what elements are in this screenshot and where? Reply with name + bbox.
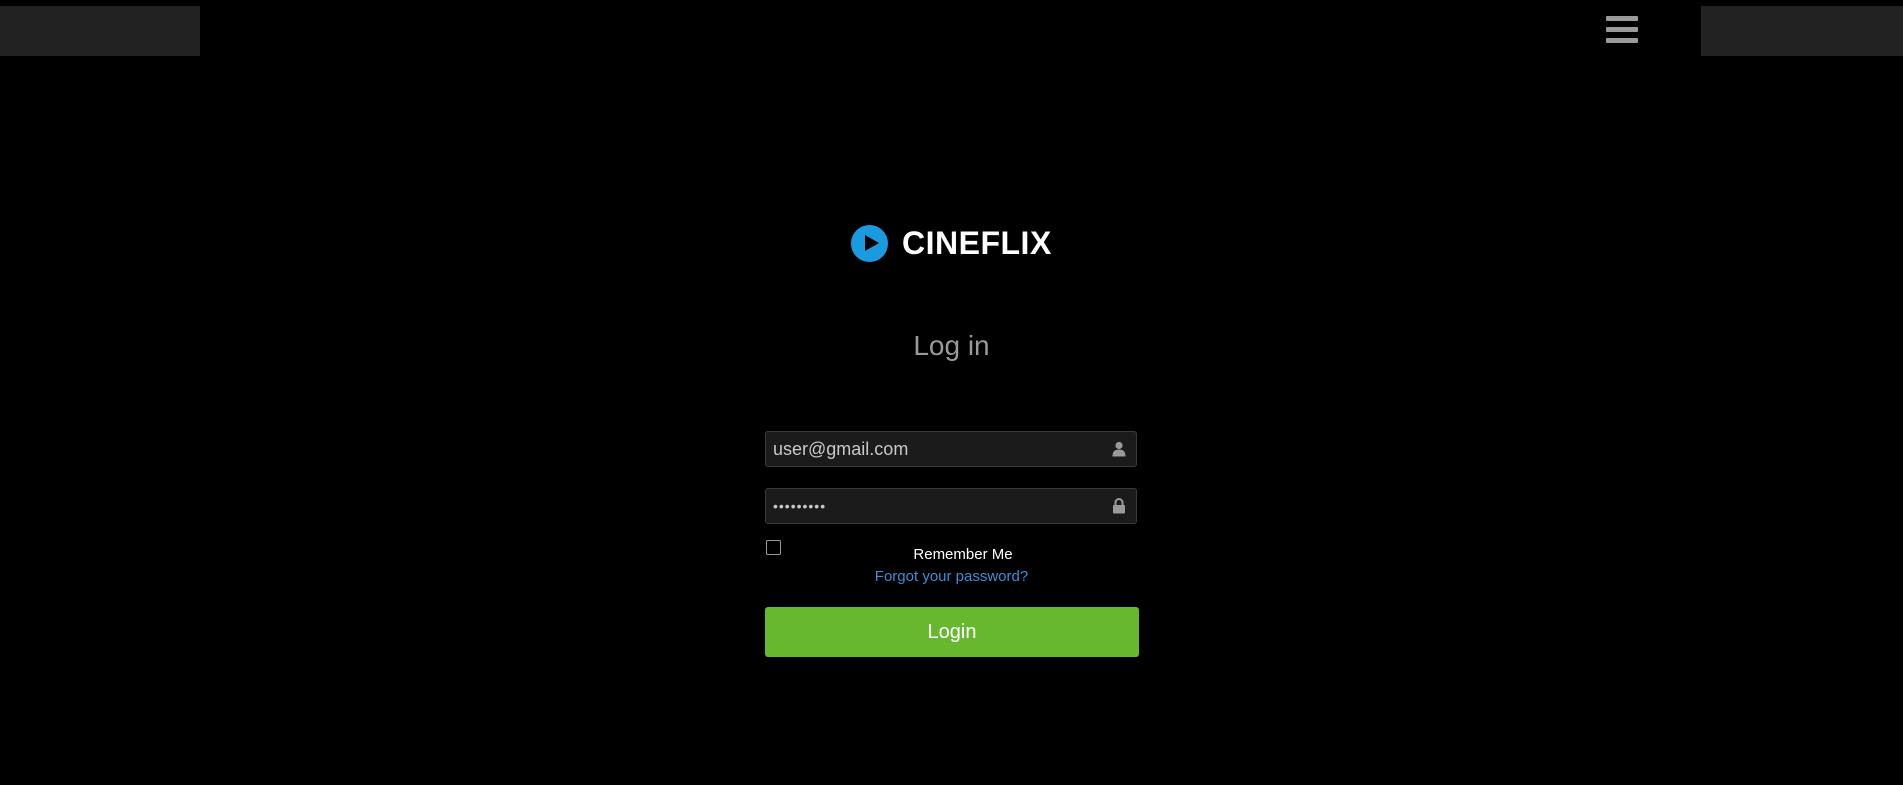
user-icon [1112,441,1126,457]
lock-icon [1113,498,1125,514]
password-field-wrapper [765,488,1137,524]
play-icon [851,224,888,262]
hamburger-menu-icon[interactable] [1604,15,1640,47]
forgot-password-row: Forgot your password? [0,568,1903,585]
top-left-panel [0,6,200,56]
top-right-panel [1701,6,1903,56]
email-field-wrapper [765,431,1137,467]
brand-name: CINEFLIX [902,224,1052,261]
password-field[interactable] [766,489,1136,523]
page-title: Log in [913,330,990,361]
remember-me-label: Remember Me [913,546,1013,563]
forgot-password-link[interactable]: Forgot your password? [875,568,1028,585]
brand-logo: CINEFLIX [851,224,1052,262]
login-button[interactable]: Login [765,607,1139,657]
email-field[interactable] [766,432,1136,466]
